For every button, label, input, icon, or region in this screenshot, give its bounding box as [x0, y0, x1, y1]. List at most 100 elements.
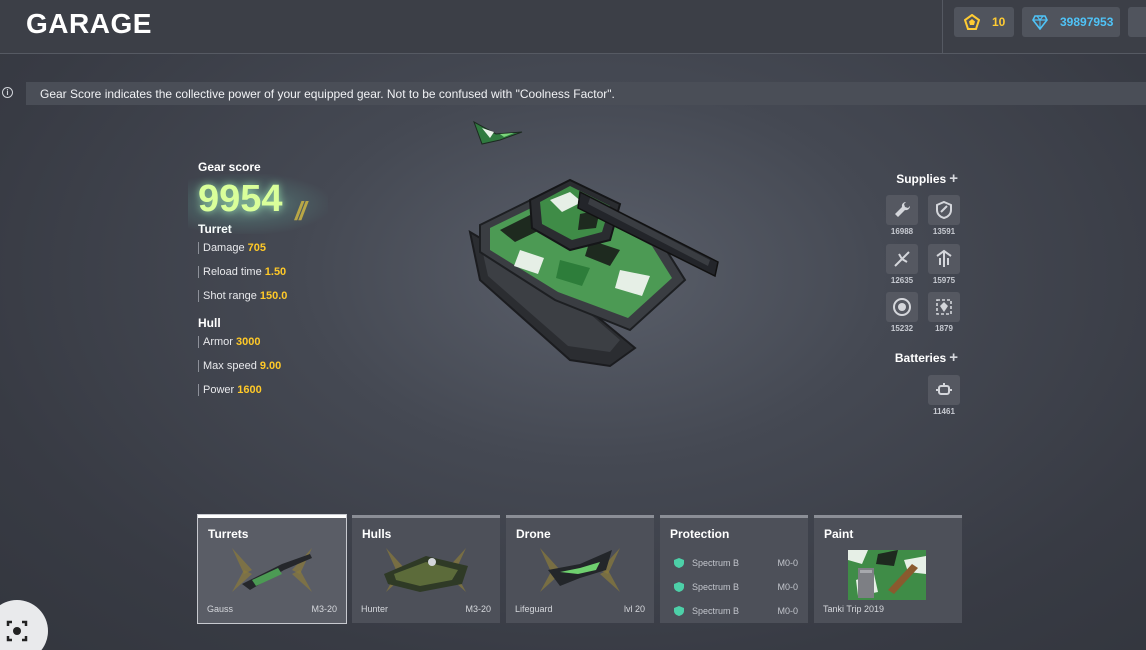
stat-label: Damage — [203, 242, 245, 254]
card-title: Hulls — [362, 527, 392, 541]
battery-count: 11461 — [933, 407, 955, 416]
crystals-counter[interactable]: 10 — [954, 7, 1014, 37]
diamonds-value: 39897953 — [1060, 15, 1114, 29]
paint-card[interactable]: Paint Tanki Trip 2019 — [814, 515, 962, 623]
drone-lifeguard-image — [540, 548, 620, 592]
stat-value: 3000 — [236, 336, 261, 348]
stat-row-max-speed: Max speed 9.00 — [198, 354, 388, 378]
stat-row-shot-range: Shot range 150.0 — [198, 284, 388, 308]
stat-value: 9.00 — [259, 360, 282, 372]
card-item-name: Hunter — [361, 604, 389, 614]
stat-row-armor: Armor 3000 — [198, 330, 388, 354]
batteries-label: Batteries — [894, 351, 947, 365]
gear-score-label: Gear score — [198, 160, 261, 174]
card-title: Drone — [516, 527, 551, 541]
supply-double-damage[interactable]: 12635 — [885, 244, 919, 285]
shield-icon — [674, 582, 684, 592]
battery-slot[interactable]: 11461 — [927, 375, 961, 416]
stat-value: 1600 — [237, 384, 262, 396]
card-item-name: Gauss — [207, 604, 234, 614]
supply-gold-box[interactable]: 1879 — [927, 292, 961, 333]
supplies-heading[interactable]: Supplies + — [880, 170, 958, 187]
supply-count: 15232 — [890, 324, 914, 333]
crystals-value: 10 — [992, 15, 1006, 29]
shield-icon — [674, 606, 684, 616]
protection-level: M0-0 — [777, 558, 798, 568]
card-item-level: M3-20 — [465, 604, 491, 614]
turret-gauss-image — [232, 548, 312, 592]
supply-mine[interactable]: 15232 — [885, 292, 919, 333]
stat-value: 150.0 — [259, 290, 288, 302]
protection-name: Spectrum B — [692, 558, 740, 568]
stat-label: Reload time — [203, 266, 262, 278]
stat-row-reload-time: Reload time 1.50 — [198, 260, 388, 284]
hull-hunter-image — [384, 548, 468, 592]
tank-model[interactable] — [460, 170, 725, 375]
speed-boost-icon — [928, 244, 960, 274]
info-banner: Gear Score indicates the collective powe… — [26, 82, 1146, 105]
protection-card[interactable]: Protection Spectrum B M0-0 Spectrum B M0… — [660, 515, 808, 623]
stat-row-power: Power 1600 — [198, 378, 388, 402]
supply-count: 13591 — [932, 227, 956, 236]
supply-count: 16988 — [890, 227, 914, 236]
top-bar: GARAGE 10 39897953 — [0, 0, 1146, 54]
protection-slot-3: Spectrum B M0-0 — [674, 606, 798, 616]
double-damage-icon — [886, 244, 918, 274]
supply-repair-kit[interactable]: 16988 — [885, 195, 919, 236]
protection-slot-2: Spectrum B M0-0 — [674, 582, 798, 592]
paint-swatch-image — [848, 550, 926, 600]
diamonds-counter[interactable]: 39897953 — [1022, 7, 1120, 37]
stat-label: Shot range — [203, 290, 257, 302]
double-armor-icon — [928, 195, 960, 225]
battery-icon — [928, 375, 960, 405]
stat-label: Power — [203, 384, 235, 396]
repair-kit-icon — [886, 195, 918, 225]
card-item-level: M3-20 — [311, 604, 337, 614]
crystal-icon — [964, 14, 980, 30]
card-title: Turrets — [208, 527, 249, 541]
shield-icon — [674, 558, 684, 568]
info-text: Gear Score indicates the collective powe… — [40, 87, 615, 101]
supply-count: 1879 — [935, 324, 953, 333]
drone-model — [473, 120, 523, 145]
supply-count: 15975 — [932, 276, 956, 285]
stat-label: Armor — [203, 336, 233, 348]
card-title: Paint — [824, 527, 854, 541]
card-item-name: Tanki Trip 2019 — [823, 604, 885, 614]
gold-box-icon — [928, 292, 960, 322]
gear-score-slash-decoration: // — [295, 196, 307, 226]
stat-row-damage: Damage 705 — [198, 236, 388, 260]
hull-heading: Hull — [198, 316, 221, 330]
supply-count: 12635 — [890, 276, 914, 285]
supply-double-armor[interactable]: 13591 — [927, 195, 961, 236]
card-item-level: lvl 20 — [623, 604, 645, 614]
info-icon[interactable]: i — [2, 87, 13, 98]
camera-icon — [6, 620, 28, 642]
hulls-card[interactable]: Hulls Hunter M3-20 — [352, 515, 500, 623]
mine-icon — [886, 292, 918, 322]
stat-label: Max speed — [203, 360, 257, 372]
protection-level: M0-0 — [777, 606, 798, 616]
batteries-heading[interactable]: Batteries + — [870, 349, 958, 366]
lens-overlay-button[interactable] — [0, 600, 48, 650]
drone-card[interactable]: Drone Lifeguard lvl 20 — [506, 515, 654, 623]
header-divider — [942, 0, 943, 54]
supply-speed-boost[interactable]: 15975 — [927, 244, 961, 285]
protection-name: Spectrum B — [692, 582, 740, 592]
header-extra-button[interactable] — [1128, 7, 1146, 37]
turrets-card[interactable]: Turrets Gauss M3-20 — [197, 514, 347, 624]
protection-name: Spectrum B — [692, 606, 740, 616]
page-title: GARAGE — [26, 8, 152, 39]
gear-stats-panel: Gear score 9954 // Turret Damage 705 Rel… — [188, 160, 388, 402]
card-title: Protection — [670, 527, 730, 541]
card-item-name: Lifeguard — [515, 604, 553, 614]
supplies-label: Supplies — [896, 172, 947, 186]
stat-value: 705 — [247, 242, 266, 254]
add-supplies-icon[interactable]: + — [949, 170, 958, 187]
stat-value: 1.50 — [264, 266, 287, 278]
add-batteries-icon[interactable]: + — [949, 349, 958, 366]
diamond-icon — [1032, 14, 1048, 30]
protection-slot-1: Spectrum B M0-0 — [674, 558, 798, 568]
protection-level: M0-0 — [777, 582, 798, 592]
gear-score-value: 9954 — [198, 178, 283, 220]
